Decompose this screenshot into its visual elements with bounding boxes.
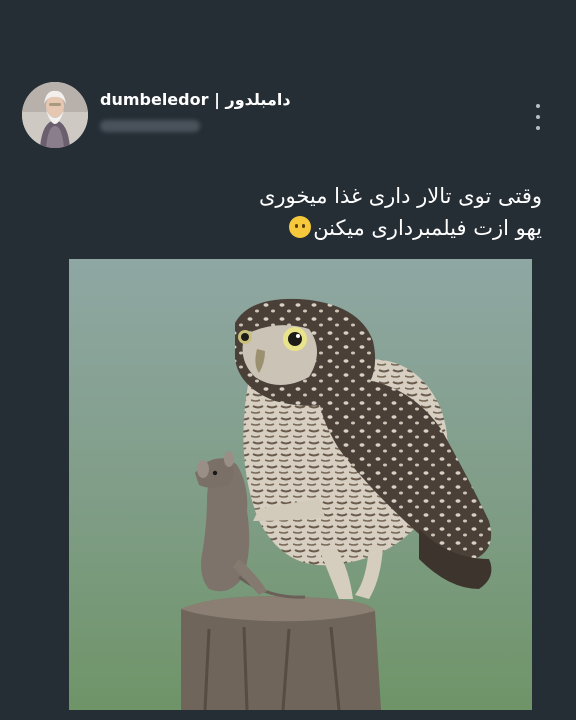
- more-options-button[interactable]: [528, 104, 548, 130]
- author-handle-blurred: [100, 120, 200, 132]
- avatar[interactable]: [22, 82, 88, 148]
- post-caption: وقتی توی تالار داری غذا میخوری یهو ازت ف…: [72, 180, 542, 244]
- caption-line-2-wrap: یهو ازت فیلمبرداری میکنن: [72, 212, 542, 244]
- post-card: dumbeledor | دامبلدور وقتی توی تالار دار…: [0, 0, 576, 720]
- owl-holding-mouse-photo: [69, 259, 532, 710]
- author-name[interactable]: dumbeledor | دامبلدور: [100, 90, 291, 109]
- menu-dot: [536, 104, 540, 108]
- smiling-face-with-tear-icon: [289, 216, 312, 238]
- caption-line-1: وقتی توی تالار داری غذا میخوری: [258, 184, 542, 208]
- menu-dot: [536, 115, 540, 119]
- wizard-portrait-icon: [22, 82, 88, 148]
- caption-line-2: یهو ازت فیلمبرداری میکنن: [313, 216, 542, 240]
- post-image[interactable]: [69, 259, 532, 710]
- menu-dot: [536, 126, 540, 130]
